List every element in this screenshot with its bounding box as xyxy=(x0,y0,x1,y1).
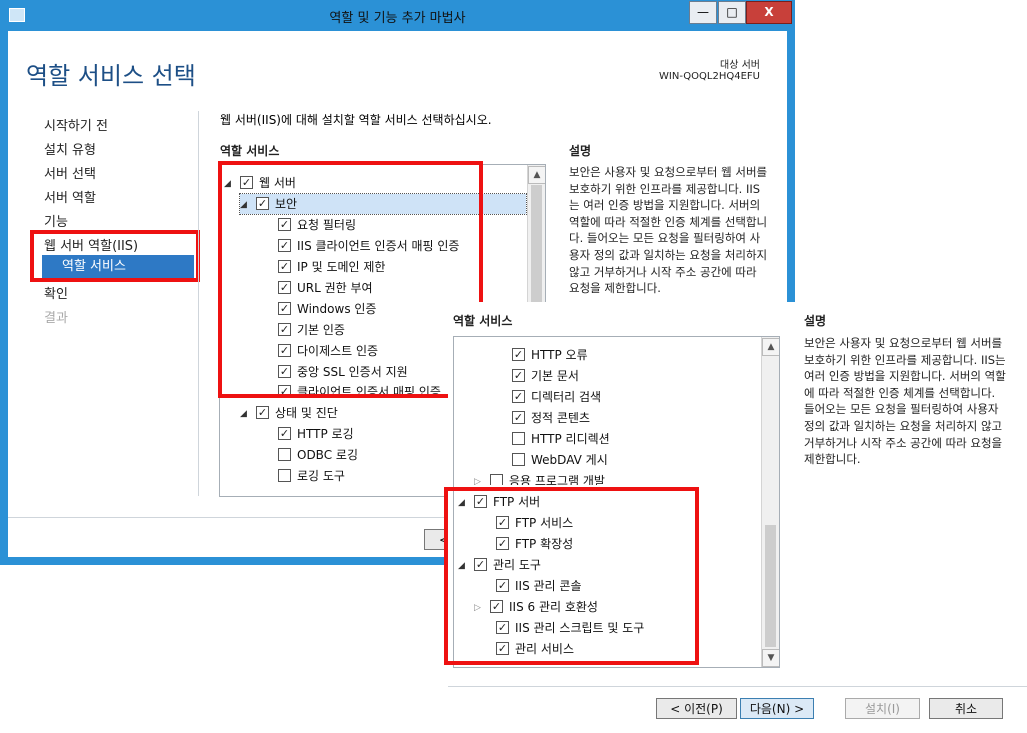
scroll-down-arrow[interactable]: ▼ xyxy=(762,649,779,667)
nav-highlight-box xyxy=(30,230,200,282)
description-text: 보안은 사용자 및 요청으로부터 웹 서버를 보호하기 위한 인프라를 제공합니… xyxy=(804,336,1006,467)
nav-item-server-roles[interactable]: 서버 역할 xyxy=(44,187,96,206)
maximize-button[interactable]: □ xyxy=(718,1,746,24)
tree-item[interactable]: ✓ 정적 콘텐츠 xyxy=(512,408,590,428)
minimize-button[interactable]: — xyxy=(689,1,717,24)
scroll-up-arrow[interactable]: ▲ xyxy=(528,166,545,184)
scroll-thumb[interactable] xyxy=(531,185,542,305)
tree-item[interactable]: ✓ HTTP 로깅 xyxy=(278,424,354,444)
tree-item[interactable]: ✓ 기본 문서 xyxy=(512,366,579,386)
checkbox-checked[interactable]: ✓ xyxy=(512,390,525,403)
checkbox-checked[interactable]: ✓ xyxy=(512,369,525,382)
nav-item-before-you-begin[interactable]: 시작하기 전 xyxy=(44,115,108,134)
checkbox-unchecked[interactable] xyxy=(278,448,291,461)
tree-item[interactable]: WebDAV 게시 xyxy=(512,450,608,470)
nav-item-confirmation[interactable]: 확인 xyxy=(44,283,68,302)
tree-highlight-box xyxy=(444,487,699,665)
scroll-thumb[interactable] xyxy=(765,525,776,647)
nav-item-server-selection[interactable]: 서버 선택 xyxy=(44,163,96,182)
window-title: 역할 및 기능 추가 마법사 xyxy=(329,11,466,26)
tree-item[interactable]: 로깅 도구 xyxy=(278,466,345,486)
title-bar[interactable]: 역할 및 기능 추가 마법사 — □ X xyxy=(0,0,795,31)
description-header: 설명 xyxy=(569,144,592,158)
vertical-scrollbar[interactable]: ▲ ▼ xyxy=(761,337,779,667)
target-server-name: WIN-QOQL2HQ4EFU xyxy=(659,71,760,82)
collapse-icon[interactable]: ◢ xyxy=(240,404,252,424)
checkbox-checked[interactable]: ✓ xyxy=(512,411,525,424)
nav-item-results: 결과 xyxy=(44,311,68,326)
checkbox-checked[interactable]: ✓ xyxy=(278,427,291,440)
tree-item[interactable]: HTTP 리디렉션 xyxy=(512,429,610,449)
tree-item[interactable]: ✓ HTTP 오류 xyxy=(512,345,588,365)
scroll-up-arrow[interactable]: ▲ xyxy=(762,338,779,356)
role-services-header: 역할 서비스 xyxy=(220,144,280,158)
expand-icon[interactable]: ▷ xyxy=(474,472,486,486)
nav-divider xyxy=(198,111,199,496)
nav-item-features[interactable]: 기능 xyxy=(44,211,68,230)
description-header: 설명 xyxy=(804,314,827,328)
next-button[interactable]: 다음(N) > xyxy=(740,698,814,719)
tree-item[interactable]: ODBC 로깅 xyxy=(278,445,358,465)
checkbox-checked[interactable]: ✓ xyxy=(256,406,269,419)
tree-item-health-diagnostics[interactable]: ◢ ✓ 상태 및 진단 xyxy=(240,403,338,423)
nav-item-installation-type[interactable]: 설치 유형 xyxy=(44,139,96,158)
checkbox-checked[interactable]: ✓ xyxy=(512,348,525,361)
close-button[interactable]: X xyxy=(746,1,792,24)
tree-highlight-box xyxy=(218,161,483,398)
footer-divider xyxy=(448,686,1027,687)
checkbox-unchecked[interactable] xyxy=(512,432,525,445)
prev-button[interactable]: < 이전(P) xyxy=(656,698,737,719)
wizard-window-front: 역할 서비스 설명 보안은 사용자 및 요청으로부터 웹 서버를 보호하기 위한… xyxy=(444,302,1027,733)
page-title: 역할 서비스 선택 xyxy=(26,62,196,90)
tree-item-app-dev[interactable]: ▷ 응용 프로그램 개발 xyxy=(474,471,605,485)
instruction-text: 웹 서버(IIS)에 대해 설치할 역할 서비스 선택하십시오. xyxy=(220,113,492,127)
checkbox-unchecked[interactable] xyxy=(490,474,503,485)
cancel-button[interactable]: 취소 xyxy=(929,698,1003,719)
role-services-header: 역할 서비스 xyxy=(453,314,513,328)
tree-item[interactable]: ✓ 디렉터리 검색 xyxy=(512,387,601,407)
checkbox-unchecked[interactable] xyxy=(278,469,291,482)
target-server-label: 대상 서버 xyxy=(720,60,760,71)
checkbox-unchecked[interactable] xyxy=(512,453,525,466)
description-text: 보안은 사용자 및 요청으로부터 웹 서버를 보호하기 위한 인프라를 제공합니… xyxy=(569,165,768,296)
install-button: 설치(I) xyxy=(845,698,920,719)
